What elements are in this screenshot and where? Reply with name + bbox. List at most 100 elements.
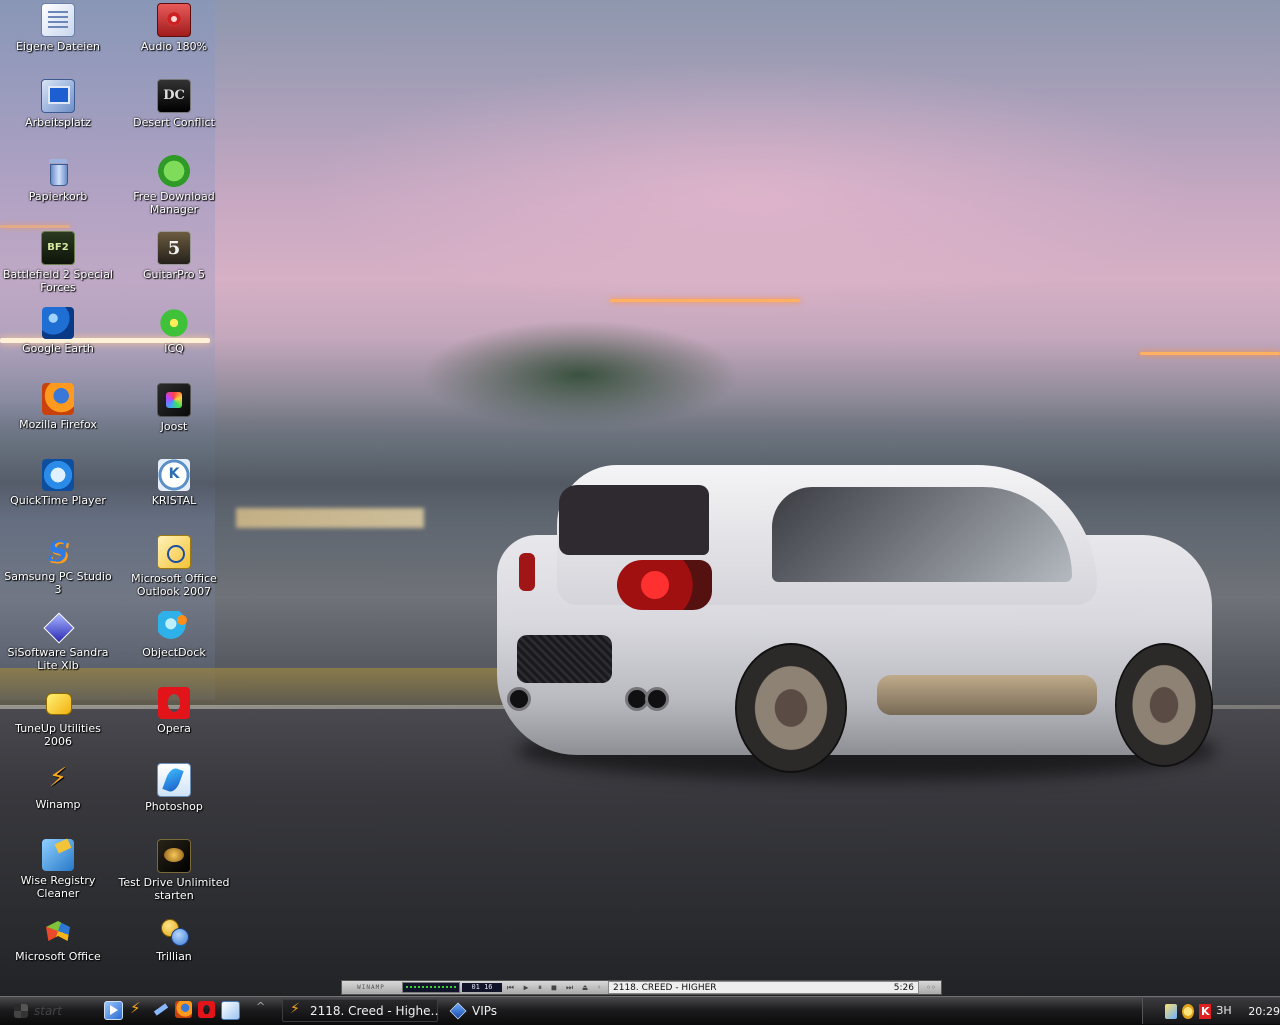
desktop-icon-label: Audio 180%	[140, 40, 208, 53]
desktop-icon-label: Battlefield 2 Special Forces	[2, 268, 114, 294]
vips-icon	[449, 1002, 467, 1019]
desktop-icon-label: Photoshop	[145, 800, 203, 813]
desktop-icon-free-download-manager[interactable]: Free Download Manager	[116, 155, 232, 216]
desktop-icon-microsoft-office-outlook-2007[interactable]: Microsoft Office Outlook 2007	[116, 535, 232, 598]
desktop-icon-battlefield-2-special-forces[interactable]: Battlefield 2 Special Forces	[0, 231, 116, 294]
messenger-status-icon[interactable]	[1182, 1003, 1195, 1019]
winamp-controls: ⏮ ▶ ⏸ ■ ⏭	[502, 983, 578, 993]
desktop-icon-label: Papierkorb	[28, 190, 88, 203]
shuffle-icon[interactable]: ◦	[597, 983, 602, 992]
pause-icon[interactable]: ⏸	[538, 983, 542, 993]
objectdock-icon	[158, 611, 190, 643]
taskbar-button-label: 2118. Creed - Highe…	[310, 1003, 438, 1018]
desktop-icon-audio-180[interactable]: Audio 180%	[116, 3, 232, 53]
desktop-icon-label: Opera	[157, 722, 191, 735]
language-indicator[interactable]: ЗН	[1216, 1004, 1231, 1019]
desktop-icon-google-earth[interactable]: Google Earth	[0, 307, 116, 355]
desktop-icon-label: ObjectDock	[142, 646, 206, 659]
desktop-icon-label: TuneUp Utilities 2006	[15, 722, 101, 748]
winamp-time-display: 01 16	[462, 983, 502, 992]
outlook-icon	[157, 535, 191, 569]
download-manager-icon	[158, 155, 190, 187]
desktop-icon-test-drive-unlimited-starten[interactable]: Test Drive Unlimited starten	[116, 839, 232, 902]
desktop-icon-guitarpro-5[interactable]: GuitarPro 5	[116, 231, 232, 281]
taskbar-button-winamp[interactable]: 2118. Creed - Highe…	[282, 999, 438, 1022]
desktop-icon-label: Free Download Manager	[133, 190, 215, 216]
start-label: start	[34, 1004, 62, 1018]
quicklaunch-messenger-icon[interactable]	[221, 1001, 240, 1020]
audio-icon	[157, 3, 191, 37]
desktop-icon-label: KRISTAL	[151, 494, 197, 507]
desktop-icon-sisoftware-sandra-lite-xib[interactable]: SiSoftware Sandra Lite XIb	[0, 611, 116, 672]
quicklaunch-firefox-icon[interactable]	[175, 1001, 192, 1018]
stop-icon[interactable]: ■	[552, 983, 557, 993]
desktop-icon-desert-conflict[interactable]: Desert Conflict	[116, 79, 232, 129]
recycle-bin-icon	[42, 155, 74, 187]
desktop-icon-opera[interactable]: Opera	[116, 687, 232, 735]
trillian-icon	[158, 915, 190, 947]
wallpaper-car	[497, 465, 1217, 795]
desktop-icon-kristal[interactable]: KRISTAL	[116, 459, 232, 507]
quicklaunch-winamp-icon[interactable]	[104, 1001, 123, 1020]
my-documents-icon	[41, 3, 75, 37]
quicklaunch-tools-icon[interactable]	[152, 1001, 169, 1018]
desktop-icon-tuneup-utilities-2006[interactable]: TuneUp Utilities 2006	[0, 687, 116, 748]
desktop-icon-label: Mozilla Firefox	[19, 418, 97, 431]
desktop-icon-papierkorb[interactable]: Papierkorb	[0, 155, 116, 203]
my-computer-icon	[41, 79, 75, 113]
winamp-close-icon[interactable]: ◦◦	[921, 983, 941, 992]
firefox-icon	[42, 383, 74, 415]
desktop-icon-label: QuickTime Player	[10, 494, 106, 507]
start-button[interactable]: start	[0, 998, 96, 1024]
eject-icon[interactable]: ⏏	[583, 983, 588, 992]
taskbar-button-vips[interactable]: VIPs	[442, 999, 598, 1022]
test-drive-icon	[157, 839, 191, 873]
network-icon[interactable]	[1165, 1003, 1178, 1019]
desert-conflict-icon	[157, 79, 191, 113]
desktop-icon-label: ICQ	[164, 342, 184, 355]
desktop-icon-trillian[interactable]: Trillian	[116, 915, 232, 963]
taskbar-button-label: VIPs	[472, 1003, 498, 1018]
play-icon[interactable]: ▶	[524, 983, 529, 993]
desktop-icon-wise-registry-cleaner[interactable]: Wise Registry Cleaner	[0, 839, 116, 900]
desktop-icon-label: Wise Registry Cleaner	[20, 874, 96, 900]
desktop-icon-label: Test Drive Unlimited starten	[118, 876, 230, 902]
desktop-icon-eigene-dateien[interactable]: Eigene Dateien	[0, 3, 116, 53]
winamp-icon	[42, 763, 74, 795]
winamp-logo: WINAMP	[357, 984, 385, 991]
desktop-icon-label: Winamp	[35, 798, 81, 811]
kaspersky-icon[interactable]: K	[1199, 1003, 1212, 1019]
prev-icon[interactable]: ⏮	[507, 983, 514, 993]
desktop-icon-arbeitsplatz[interactable]: Arbeitsplatz	[0, 79, 116, 129]
winamp-shade-bar[interactable]: WINAMP 01 16 ⏮ ▶ ⏸ ■ ⏭ ⏏ ◦ 2118. CREED -…	[341, 980, 942, 995]
quicklaunch-opera-icon[interactable]	[198, 1001, 215, 1018]
quicktime-icon	[42, 459, 74, 491]
icq-icon	[158, 307, 190, 339]
next-icon[interactable]: ⏭	[566, 983, 573, 993]
desktop-icon-objectdock[interactable]: ObjectDock	[116, 611, 232, 659]
desktop-icon-winamp[interactable]: Winamp	[0, 763, 116, 811]
desktop-icon-mozilla-firefox[interactable]: Mozilla Firefox	[0, 383, 116, 431]
tuneup-icon	[42, 687, 74, 719]
desktop-icon-label: Joost	[160, 420, 188, 433]
winamp-track-title: 2118. CREED - HIGHER 5:26	[608, 981, 919, 994]
system-tray: K ЗН 20:29	[1142, 998, 1280, 1024]
wise-registry-icon	[42, 839, 74, 871]
quick-launch	[104, 999, 240, 1020]
desktop-icon-label: Desert Conflict	[133, 116, 215, 129]
desktop-icon-photoshop[interactable]: Photoshop	[116, 763, 232, 813]
quicklaunch-winamp-bolt-icon[interactable]	[129, 999, 146, 1018]
desktop-icon-samsung-pc-studio-3[interactable]: Samsung PC Studio 3	[0, 535, 116, 596]
tray-clock[interactable]: 20:29	[1248, 1005, 1280, 1018]
desktop-icon-microsoft-office[interactable]: Microsoft Office	[0, 915, 116, 963]
desktop-icon-icq[interactable]: ICQ	[116, 307, 232, 355]
desktop-icon-quicktime-player[interactable]: QuickTime Player	[0, 459, 116, 507]
track-name: 2118. CREED - HIGHER	[613, 982, 717, 993]
track-duration: 5:26	[893, 982, 914, 993]
desktop-icon-label: Arbeitsplatz	[25, 116, 91, 129]
quicklaunch-expand-icon[interactable]: ^	[256, 1000, 265, 1013]
ms-office-icon	[42, 915, 74, 947]
desktop-icon-joost[interactable]: Joost	[116, 383, 232, 433]
winamp-extra-buttons: ⏏ ◦	[578, 983, 606, 992]
joost-icon	[157, 383, 191, 417]
